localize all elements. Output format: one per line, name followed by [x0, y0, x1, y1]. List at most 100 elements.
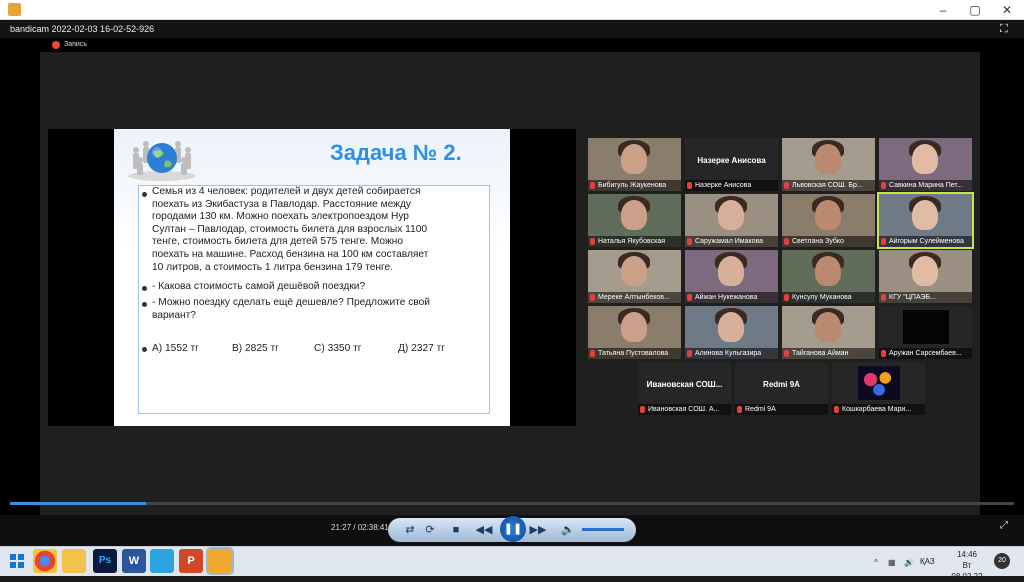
participant-tile[interactable]: Айгорым Сулейменова [877, 192, 974, 249]
fullscreen-icon[interactable]: ⛶ [1000, 20, 1008, 38]
problem-line: городами 130 км. Можно поехать электропо… [152, 211, 409, 223]
expand-icon[interactable]: ⤢ [1000, 520, 1008, 531]
participant-video [815, 256, 841, 286]
problem-text: Семья из 4 человек: родителей и двух дет… [152, 186, 487, 274]
mic-muted-icon [881, 182, 886, 189]
minimize-button[interactable]: – [928, 0, 958, 20]
participant-tile[interactable]: Светлана Зубко [782, 194, 875, 247]
mic-muted-icon [687, 294, 692, 301]
photoshop-icon[interactable]: Ps [93, 549, 117, 573]
participant-video [912, 144, 938, 174]
mic-muted-icon [834, 406, 839, 413]
system-clock[interactable]: 14:46 Вт 08.02.22 [946, 549, 988, 582]
participant-display-name: Redmi 9A [763, 380, 800, 389]
participant-tile[interactable]: Бибигуль Жаукенова [588, 138, 681, 191]
participant-video [815, 200, 841, 230]
clock-time: 14:46 [956, 550, 978, 559]
participant-tile[interactable]: КГУ "ЦПАЭБ... [879, 250, 972, 303]
mic-muted-icon [590, 350, 595, 357]
question-2: - Можно поездку сделать ещё дешевле? Пре… [152, 297, 487, 322]
stop-button[interactable]: ■ [446, 520, 466, 540]
loop-icon[interactable]: ⟳ [420, 520, 440, 540]
forward-button[interactable]: ▶▶ [528, 520, 548, 540]
participant-tile[interactable]: Аружан Сарсембаев... [879, 306, 972, 359]
participant-display-name: Ивановская СОШ... [646, 380, 723, 389]
participant-tile[interactable]: Алинова Кульгазира [685, 306, 778, 359]
slide-title: Задача № 2. [330, 140, 462, 165]
rewind-button[interactable]: ◀◀ [474, 520, 494, 540]
participant-name: Ивановская СОШ. А... [638, 404, 731, 415]
participant-video [718, 256, 744, 286]
mic-muted-icon [687, 238, 692, 245]
question-line: - Можно поездку сделать ещё дешевле? Пре… [152, 297, 430, 308]
participant-tile[interactable]: Кошкарбаева Мари... [832, 362, 925, 415]
recording-indicator: Запись [52, 38, 87, 52]
participant-tile[interactable]: Татьяна Пустовалова [588, 306, 681, 359]
participant-name: Савкина Марина Пет... [879, 180, 972, 191]
powerpoint-icon[interactable]: P [179, 549, 203, 573]
participant-name: Алинова Кульгазира [685, 348, 778, 359]
problem-line: Султан – Павлодар, стоимость билета для … [152, 223, 428, 235]
participant-tile[interactable]: Айжан Нукежанова [685, 250, 778, 303]
problem-line: 10 литров, а стоимость 1 литра бензина 1… [152, 261, 394, 273]
mic-muted-icon [590, 182, 595, 189]
file-name: bandicam 2022-02-03 16-02-52-926 [10, 24, 155, 34]
windows-start-icon[interactable] [10, 554, 24, 568]
participant-video [912, 200, 938, 230]
telegram-icon[interactable] [150, 549, 174, 573]
participant-video [815, 144, 841, 174]
network-icon[interactable]: ▦ [888, 558, 896, 567]
participant-tile[interactable]: Наталья Якубовская [588, 194, 681, 247]
participant-video [718, 200, 744, 230]
participant-tile[interactable]: Савкина Марина Пет... [879, 138, 972, 191]
answer-c: С) 3350 тг [314, 343, 362, 354]
mic-muted-icon [784, 238, 789, 245]
word-icon[interactable]: W [122, 549, 146, 573]
mic-muted-icon [784, 182, 789, 189]
bullet-icon [142, 286, 147, 291]
bandicam-taskbar-icon[interactable] [206, 547, 234, 575]
participant-video [621, 256, 647, 286]
participant-tile[interactable]: Львовская СОШ. Бр... [782, 138, 875, 191]
problem-line: тенге, стоимость билета для детей 575 те… [152, 236, 404, 248]
close-button[interactable]: ✕ [992, 0, 1022, 20]
problem-line: поехать на машине. Расход бензина на 100… [152, 248, 429, 260]
participant-tile[interactable]: Тайганова Айман [782, 306, 875, 359]
maximize-button[interactable]: ▢ [960, 0, 990, 20]
participant-name: Львовская СОШ. Бр... [782, 180, 875, 191]
bullet-icon [142, 302, 147, 307]
window-titlebar: – ▢ ✕ [0, 0, 1024, 20]
mic-muted-icon [784, 294, 789, 301]
participant-tile[interactable]: Redmi 9A Redmi 9A [735, 362, 828, 415]
chrome-icon[interactable] [33, 549, 57, 573]
participant-video [621, 312, 647, 342]
volume-slider[interactable] [582, 528, 624, 531]
mic-muted-icon [590, 238, 595, 245]
participant-name: Аружан Сарсембаев... [879, 348, 972, 359]
language-indicator[interactable]: ҚАЗ [920, 557, 935, 566]
chevron-up-icon[interactable]: ^ [874, 558, 882, 567]
mic-muted-icon [881, 350, 886, 357]
participant-tile[interactable]: Саружамал Имакова [685, 194, 778, 247]
participant-tile[interactable]: Ивановская СОШ... Ивановская СОШ. А... [638, 362, 731, 415]
seek-bar[interactable] [10, 502, 1014, 505]
clock-date: Вт 08.02.22 [951, 561, 983, 581]
mic-muted-icon [881, 238, 886, 245]
notification-badge[interactable]: 20 [994, 553, 1010, 569]
participant-name: Татьяна Пустовалова [588, 348, 681, 359]
volume-icon[interactable]: 🔈 [558, 520, 578, 540]
speaker-icon[interactable]: 🔊 [904, 558, 914, 567]
question-1: - Какова стоимость самой дешёвой поездки… [152, 281, 366, 292]
file-explorer-icon[interactable] [62, 549, 86, 573]
mic-muted-icon [590, 294, 595, 301]
participant-video [718, 312, 744, 342]
participant-tile[interactable]: Кунсулу Муканова [782, 250, 875, 303]
participant-tile[interactable]: Мереке Алтынбеков... [588, 250, 681, 303]
repeat-ab-icon[interactable]: ⇄ [400, 520, 420, 540]
record-dot-icon [52, 41, 60, 49]
participant-tile[interactable]: Назерке Анисова Назерке Анисова [685, 138, 778, 191]
mic-muted-icon [687, 350, 692, 357]
pause-button[interactable]: ❚❚ [500, 516, 526, 542]
participant-avatar [858, 366, 900, 400]
seek-progress [10, 502, 146, 505]
